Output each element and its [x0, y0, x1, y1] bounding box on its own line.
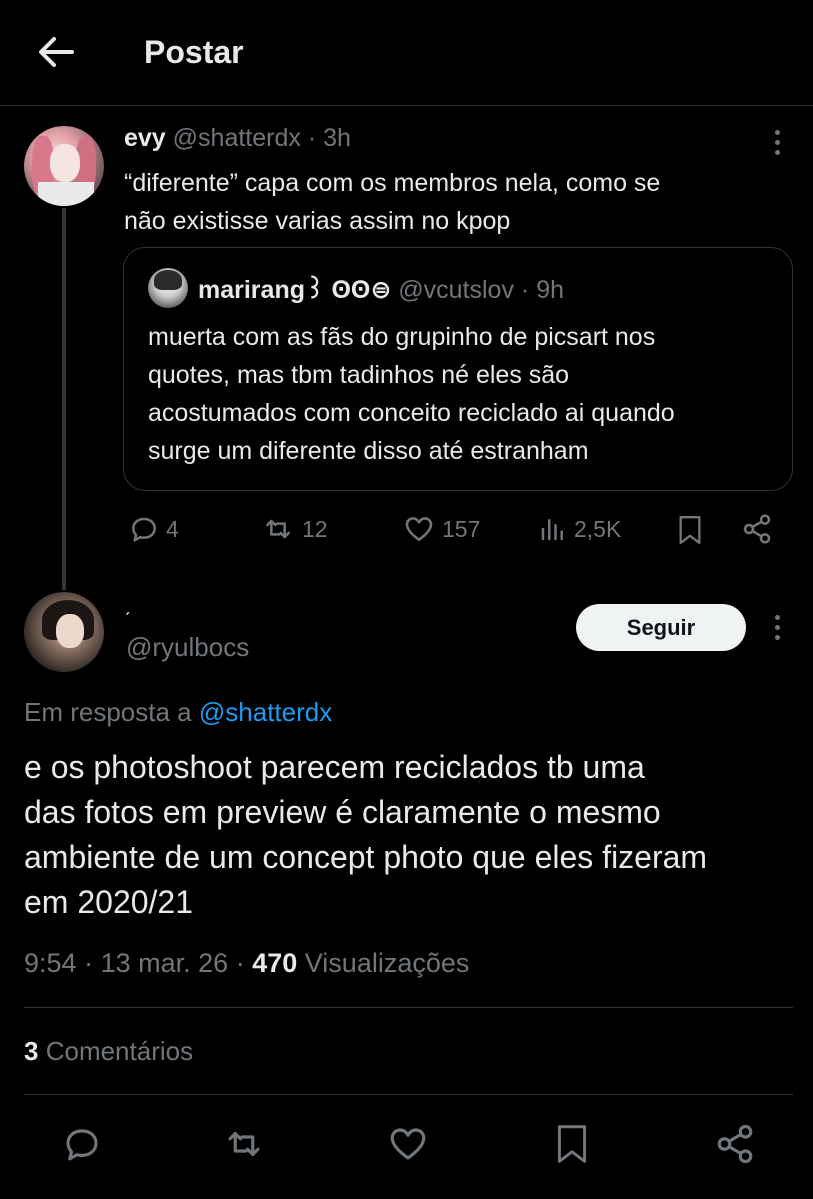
tweet-time: 9h [536, 276, 564, 304]
comments-summary[interactable]: 3 Comentários [24, 1036, 193, 1067]
divider [24, 1094, 793, 1095]
bookmark-icon [679, 516, 701, 544]
share-button[interactable] [711, 1120, 759, 1168]
heart-icon [390, 1128, 426, 1160]
share-icon [743, 514, 771, 544]
text-line: em 2020/21 [24, 884, 194, 920]
bookmark-button[interactable] [548, 1120, 596, 1168]
text-line: das fotos em preview é claramente o mesm… [24, 794, 661, 830]
repost-count: 12 [302, 515, 328, 542]
reply-icon [66, 1129, 98, 1161]
main-author-name[interactable]: ˏ [124, 594, 131, 617]
author-handle[interactable]: @shatterdx [173, 124, 301, 152]
bookmark-icon [557, 1125, 587, 1163]
reply-prefix: Em resposta a [24, 697, 192, 727]
comments-count: 3 [24, 1036, 39, 1066]
more-options-icon[interactable] [762, 610, 792, 644]
heart-icon [405, 517, 433, 541]
meta-separator: · [307, 124, 317, 152]
more-options-icon[interactable] [762, 125, 792, 159]
avatar-ryulbocs[interactable] [24, 592, 104, 672]
tweet-time[interactable]: 9:54 [24, 948, 77, 978]
meta-separator: · [520, 276, 530, 304]
quoted-tweet-card[interactable]: marirang꒱ ʘʘ⊜ @vcutslov · 9h muerta com … [123, 247, 793, 491]
author-name[interactable]: evy [124, 124, 166, 152]
text-line: “diferente” capa com os membros nela, co… [124, 169, 661, 197]
text-line: ambiente de um concept photo que eles fi… [24, 839, 708, 875]
reply-count: 4 [166, 515, 179, 542]
views-count: 2,5K [574, 515, 622, 542]
repost-icon [266, 519, 290, 539]
avatar-evy[interactable] [24, 126, 104, 206]
meta-separator: · [235, 948, 245, 978]
text-line: e os photoshoot parecem reciclados tb um… [24, 749, 645, 785]
arrow-left-icon [39, 37, 74, 67]
like-count: 157 [442, 515, 481, 542]
reply-context: Em resposta a @shatterdx [24, 697, 332, 728]
parent-tweet-text: “diferente” capa com os membros nela, co… [124, 164, 784, 240]
parent-tweet-meta: evy @shatterdx · 3h [124, 124, 351, 153]
quoted-tweet-meta: marirang꒱ ʘʘ⊜ @vcutslov · 9h [198, 272, 564, 305]
main-author-handle[interactable]: @ryulbocs [126, 632, 249, 663]
author-handle[interactable]: @vcutslov [398, 276, 514, 304]
meta-separator: · [84, 948, 94, 978]
bookmark-button[interactable] [676, 513, 704, 547]
repost-icon [228, 1131, 260, 1157]
text-line: surge um diferente disso até estranham [148, 437, 589, 465]
follow-button[interactable]: Seguir [576, 604, 746, 651]
top-bar: Postar [0, 0, 813, 106]
tweet-date[interactable]: 13 mar. 26 [101, 948, 229, 978]
main-tweet-text: e os photoshoot parecem reciclados tb um… [24, 745, 784, 925]
thread-connector-line [62, 208, 66, 590]
reply-button[interactable] [58, 1120, 106, 1168]
text-line: acostumados com conceito reciclado ai qu… [148, 399, 675, 427]
views-label: Visualizações [304, 948, 470, 978]
reply-button[interactable]: 4 [128, 513, 179, 545]
author-name[interactable]: marirang꒱ ʘʘ⊜ [198, 276, 391, 304]
reply-icon [132, 517, 156, 542]
quoted-tweet-text: muerta com as fãs do grupinho de picsart… [148, 318, 778, 470]
share-icon [717, 1124, 753, 1164]
avatar-marirang[interactable] [148, 268, 188, 308]
like-button[interactable]: 157 [402, 513, 480, 545]
repost-button[interactable]: 12 [260, 513, 328, 545]
text-line: quotes, mas tbm tadinhos né eles são [148, 361, 570, 389]
views-count: 470 [252, 948, 298, 978]
tweet-timestamp-line: 9:54 · 13 mar. 26 · 470 Visualizações [24, 948, 469, 979]
views-button[interactable]: 2,5K [538, 513, 621, 545]
share-button[interactable] [741, 513, 773, 545]
text-line: não existisse varias assim no kpop [124, 207, 511, 235]
text-line: muerta com as fãs do grupinho de picsart… [148, 323, 656, 351]
page-title: Postar [144, 34, 244, 70]
like-button[interactable] [384, 1120, 432, 1168]
reply-to-link[interactable]: @shatterdx [199, 697, 332, 727]
repost-button[interactable] [220, 1120, 268, 1168]
views-chart-icon [541, 519, 563, 541]
tweet-time[interactable]: 3h [323, 124, 351, 152]
back-button[interactable] [34, 32, 78, 72]
comments-label: Comentários [45, 1036, 194, 1066]
divider [24, 1007, 793, 1008]
